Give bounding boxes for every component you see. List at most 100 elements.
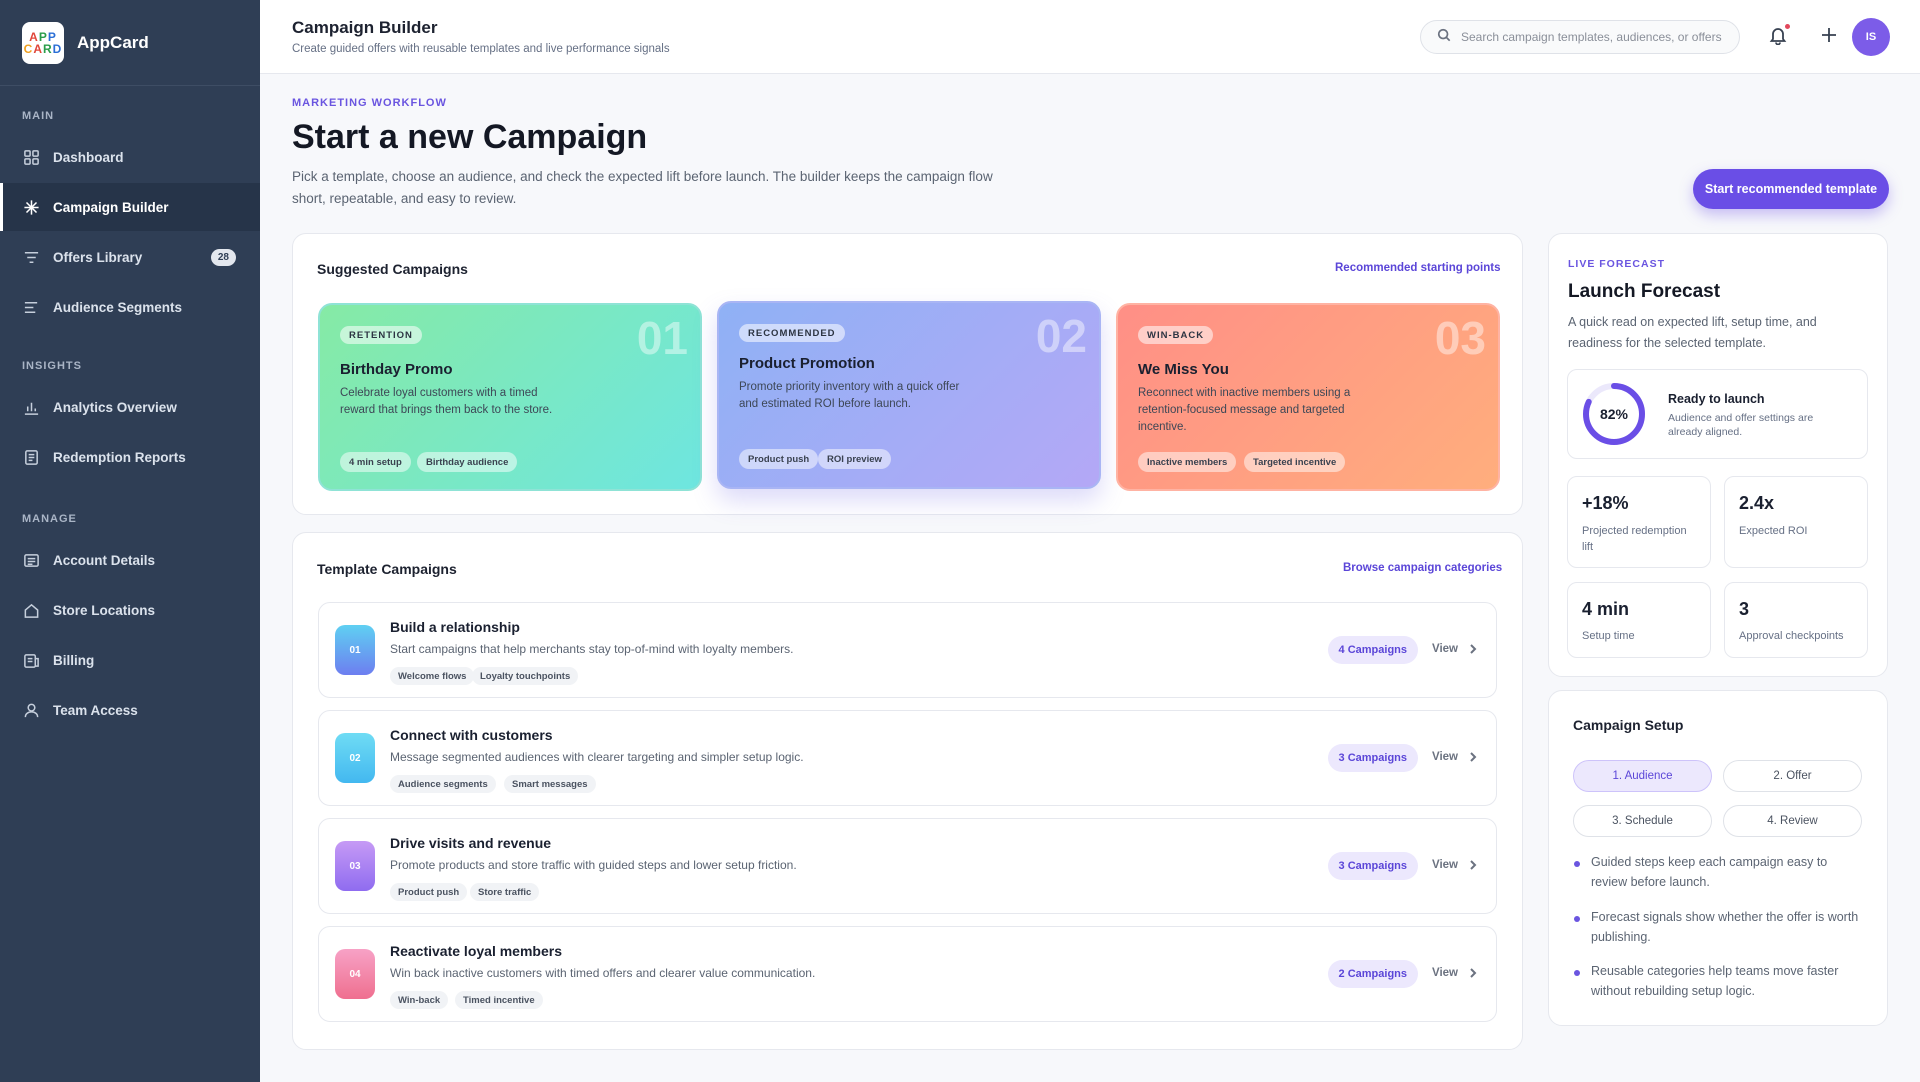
step-schedule[interactable]: 3. Schedule <box>1573 805 1712 837</box>
sidebar-item-campaign-builder[interactable]: Campaign Builder <box>0 183 260 231</box>
card-description: Reconnect with inactive members using a … <box>1138 387 1351 433</box>
row-title: Connect with customers <box>390 727 553 743</box>
home-icon <box>22 601 40 619</box>
offers-count-badge: 28 <box>210 248 236 266</box>
start-recommended-template-button[interactable]: Start recommended template <box>1693 169 1889 209</box>
plus-icon <box>1819 28 1839 49</box>
sidebar-item-label: Account Details <box>53 552 156 568</box>
sidebar-item-team-access[interactable]: Team Access <box>0 686 260 734</box>
grid-icon <box>22 148 40 166</box>
card-title: Birthday Promo <box>340 361 453 378</box>
recommended-starting-points-link[interactable]: Recommended starting points <box>1335 262 1501 274</box>
template-row[interactable]: 03 Drive visits and revenue Promote prod… <box>318 818 1497 914</box>
view-link[interactable]: View <box>1432 643 1478 655</box>
step-offer[interactable]: 2. Offer <box>1723 760 1862 792</box>
browse-campaign-categories-link[interactable]: Browse campaign categories <box>1343 562 1502 574</box>
card-chip: Birthday audience <box>417 452 518 472</box>
step-review[interactable]: 4. Review <box>1723 805 1862 837</box>
row-chip: Smart messages <box>504 775 596 793</box>
card-description: Promote priority inventory with a quick … <box>739 381 960 410</box>
setup-note: Forecast signals show whether the offer … <box>1574 907 1866 947</box>
forecast-description: A quick read on expected lift, setup tim… <box>1568 315 1817 350</box>
card-tag: RECOMMENDED <box>739 324 845 342</box>
sidebar-item-label: Store Locations <box>53 602 156 618</box>
template-row[interactable]: 02 Connect with customers Message segmen… <box>318 710 1497 806</box>
card-tag: WIN-BACK <box>1138 326 1214 344</box>
row-title: Drive visits and revenue <box>390 835 552 851</box>
template-row[interactable]: 01 Build a relationship Start campaigns … <box>318 602 1497 698</box>
avatar[interactable]: IS <box>1852 18 1890 56</box>
brand-name: AppCard <box>77 32 149 52</box>
metric-label: Approval checkpoints <box>1739 630 1844 642</box>
view-link[interactable]: View <box>1432 751 1478 763</box>
notifications-button[interactable] <box>1768 24 1792 49</box>
sidebar-item-label: Audience Segments <box>53 299 183 315</box>
card-title: We Miss You <box>1138 361 1229 378</box>
brand[interactable]: APP CARD AppCard <box>0 0 260 86</box>
metric-card: 3 Approval checkpoints <box>1724 582 1868 658</box>
readiness-title: Ready to launch <box>1668 392 1765 406</box>
bullet-dot <box>1574 970 1580 976</box>
card-title: Product Promotion <box>739 355 875 372</box>
row-chip: Product push <box>390 883 468 901</box>
sidebar-item-store-locations[interactable]: Store Locations <box>0 586 260 634</box>
notification-dot <box>1785 24 1790 29</box>
readiness-percent: 82% <box>1599 406 1629 422</box>
chevron-right-icon <box>1470 860 1477 870</box>
sidebar-item-offers-library[interactable]: Offers Library 28 <box>0 233 260 281</box>
campaign-count-badge[interactable]: 2 Campaigns <box>1327 960 1418 988</box>
card-chip: Product push <box>739 449 819 469</box>
metric-value: 4 min <box>1582 599 1630 619</box>
forecast-title: Launch Forecast <box>1568 281 1721 302</box>
sidebar-item-account-details[interactable]: Account Details <box>0 536 260 584</box>
search-bar[interactable] <box>1420 20 1740 54</box>
template-row[interactable]: 04 Reactivate loyal members Win back ina… <box>318 926 1497 1022</box>
sidebar-item-audience-segments[interactable]: Audience Segments <box>0 283 260 331</box>
row-number: 02 <box>335 733 375 783</box>
campaign-setup-title: Campaign Setup <box>1573 717 1684 733</box>
sidebar-item-billing[interactable]: Billing <box>0 636 260 684</box>
bullet-dot <box>1574 861 1580 867</box>
row-chip: Win-back <box>390 991 449 1009</box>
sidebar-item-dashboard[interactable]: Dashboard <box>0 133 260 181</box>
campaign-card-birthday-promo[interactable]: 01 RETENTION Birthday Promo Celebrate lo… <box>318 303 702 491</box>
bar-chart-icon <box>22 398 40 416</box>
row-title: Build a relationship <box>390 619 520 635</box>
chevron-right-icon <box>1470 968 1477 978</box>
step-audience[interactable]: 1. Audience <box>1573 760 1712 792</box>
account-card-icon <box>22 551 40 569</box>
sidebar-item-analytics-overview[interactable]: Analytics Overview <box>0 383 260 431</box>
campaign-card-we-miss-you[interactable]: 03 WIN-BACK We Miss You Reconnect with i… <box>1116 303 1500 491</box>
metric-card: 2.4x Expected ROI <box>1724 476 1868 568</box>
card-description: Celebrate loyal customers with a timed r… <box>340 387 553 416</box>
row-description: Win back inactive customers with timed o… <box>390 966 816 980</box>
template-campaigns-title: Template Campaigns <box>317 561 457 577</box>
setup-note: Guided steps keep each campaign easy to … <box>1574 852 1866 892</box>
forecast-eyebrow: LIVE FORECAST <box>1568 258 1666 270</box>
card-tag: RETENTION <box>340 326 422 344</box>
row-number: 01 <box>335 625 375 675</box>
card-number: 03 <box>1434 312 1486 364</box>
view-link[interactable]: View <box>1432 967 1478 979</box>
search-input[interactable] <box>1461 30 1731 44</box>
add-button[interactable] <box>1819 25 1843 49</box>
nav-section-manage: MANAGE <box>22 513 77 525</box>
campaign-count-badge[interactable]: 4 Campaigns <box>1327 636 1418 664</box>
sidebar-item-label: Team Access <box>53 702 138 718</box>
sidebar-item-redemption-reports[interactable]: Redemption Reports <box>0 433 260 481</box>
chevron-right-icon <box>1470 644 1477 654</box>
row-number: 04 <box>335 949 375 999</box>
row-description: Start campaigns that help merchants stay… <box>390 642 794 656</box>
search-icon <box>1437 28 1451 47</box>
appcard-logo: APP CARD <box>22 21 64 64</box>
campaign-count-badge[interactable]: 3 Campaigns <box>1327 744 1418 772</box>
hero-eyebrow: MARKETING WORKFLOW <box>292 97 447 109</box>
row-chip: Welcome flows <box>390 667 475 685</box>
bullet-dot <box>1574 916 1580 922</box>
campaign-count-badge[interactable]: 3 Campaigns <box>1327 852 1418 880</box>
view-link[interactable]: View <box>1432 859 1478 871</box>
chevron-right-icon <box>1470 752 1477 762</box>
row-chip: Timed incentive <box>455 991 543 1009</box>
campaign-card-product-promotion[interactable]: 02 RECOMMENDED Product Promotion Promote… <box>717 301 1101 489</box>
card-number: 01 <box>636 312 688 364</box>
